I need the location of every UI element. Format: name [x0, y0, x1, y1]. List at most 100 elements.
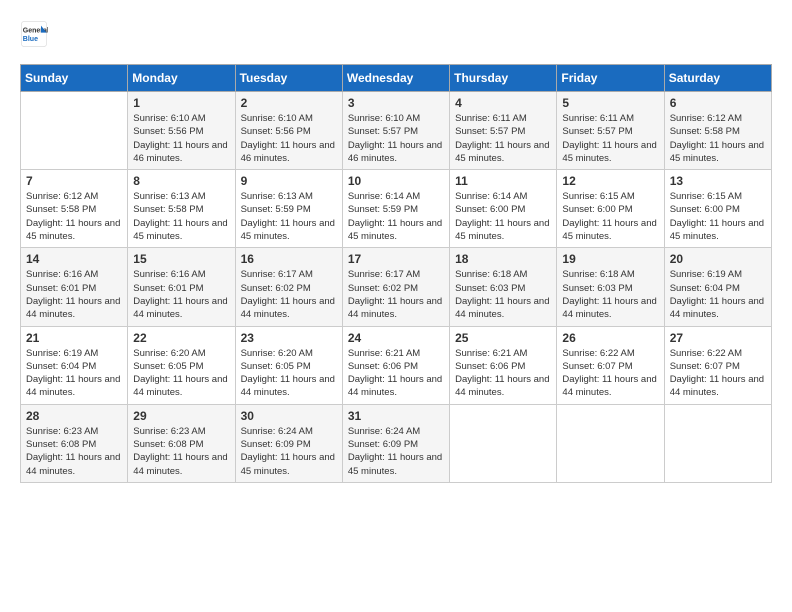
calendar-cell: 23 Sunrise: 6:20 AM Sunset: 6:05 PM Dayli… — [235, 326, 342, 404]
day-number: 13 — [670, 174, 766, 188]
calendar-cell: 8 Sunrise: 6:13 AM Sunset: 5:58 PM Daylig… — [128, 170, 235, 248]
day-header-thursday: Thursday — [450, 65, 557, 92]
day-number: 20 — [670, 252, 766, 266]
week-row-1: 1 Sunrise: 6:10 AM Sunset: 5:56 PM Daylig… — [21, 92, 772, 170]
calendar-cell: 27 Sunrise: 6:22 AM Sunset: 6:07 PM Dayli… — [664, 326, 771, 404]
logo-icon: General Blue — [20, 20, 48, 48]
day-header-saturday: Saturday — [664, 65, 771, 92]
calendar-cell: 17 Sunrise: 6:17 AM Sunset: 6:02 PM Dayli… — [342, 248, 449, 326]
day-number: 16 — [241, 252, 337, 266]
day-info: Sunrise: 6:20 AM Sunset: 6:05 PM Dayligh… — [133, 347, 229, 400]
calendar-cell — [450, 404, 557, 482]
calendar-cell: 14 Sunrise: 6:16 AM Sunset: 6:01 PM Dayli… — [21, 248, 128, 326]
day-info: Sunrise: 6:19 AM Sunset: 6:04 PM Dayligh… — [26, 347, 122, 400]
calendar-cell: 21 Sunrise: 6:19 AM Sunset: 6:04 PM Dayli… — [21, 326, 128, 404]
day-number: 10 — [348, 174, 444, 188]
day-number: 23 — [241, 331, 337, 345]
day-number: 31 — [348, 409, 444, 423]
day-info: Sunrise: 6:10 AM Sunset: 5:56 PM Dayligh… — [133, 112, 229, 165]
calendar-cell: 12 Sunrise: 6:15 AM Sunset: 6:00 PM Dayli… — [557, 170, 664, 248]
day-info: Sunrise: 6:18 AM Sunset: 6:03 PM Dayligh… — [562, 268, 658, 321]
calendar-cell: 16 Sunrise: 6:17 AM Sunset: 6:02 PM Dayli… — [235, 248, 342, 326]
day-number: 22 — [133, 331, 229, 345]
calendar-cell — [557, 404, 664, 482]
calendar-cell: 2Sunrise: 6:10 AM Sunset: 5:56 PM Daylig… — [235, 92, 342, 170]
calendar-cell — [664, 404, 771, 482]
calendar-cell: 29 Sunrise: 6:23 AM Sunset: 6:08 PM Dayli… — [128, 404, 235, 482]
week-row-4: 21 Sunrise: 6:19 AM Sunset: 6:04 PM Dayli… — [21, 326, 772, 404]
day-info: Sunrise: 6:19 AM Sunset: 6:04 PM Dayligh… — [670, 268, 766, 321]
day-number: 8 — [133, 174, 229, 188]
calendar-cell: 5Sunrise: 6:11 AM Sunset: 5:57 PM Daylig… — [557, 92, 664, 170]
svg-text:Blue: Blue — [23, 36, 38, 43]
day-number: 3 — [348, 96, 444, 110]
day-number: 1 — [133, 96, 229, 110]
day-number: 6 — [670, 96, 766, 110]
day-number: 9 — [241, 174, 337, 188]
logo: General Blue — [20, 20, 52, 48]
day-info: Sunrise: 6:21 AM Sunset: 6:06 PM Dayligh… — [348, 347, 444, 400]
day-info: Sunrise: 6:16 AM Sunset: 6:01 PM Dayligh… — [26, 268, 122, 321]
day-info: Sunrise: 6:15 AM Sunset: 6:00 PM Dayligh… — [562, 190, 658, 243]
day-info: Sunrise: 6:12 AM Sunset: 5:58 PM Dayligh… — [670, 112, 766, 165]
day-info: Sunrise: 6:11 AM Sunset: 5:57 PM Dayligh… — [562, 112, 658, 165]
day-number: 26 — [562, 331, 658, 345]
calendar-cell: 10 Sunrise: 6:14 AM Sunset: 5:59 PM Dayli… — [342, 170, 449, 248]
day-info: Sunrise: 6:11 AM Sunset: 5:57 PM Dayligh… — [455, 112, 551, 165]
calendar-cell: 22 Sunrise: 6:20 AM Sunset: 6:05 PM Dayli… — [128, 326, 235, 404]
day-number: 12 — [562, 174, 658, 188]
day-info: Sunrise: 6:21 AM Sunset: 6:06 PM Dayligh… — [455, 347, 551, 400]
day-number: 29 — [133, 409, 229, 423]
day-header-tuesday: Tuesday — [235, 65, 342, 92]
day-info: Sunrise: 6:23 AM Sunset: 6:08 PM Dayligh… — [26, 425, 122, 478]
calendar-cell: 25 Sunrise: 6:21 AM Sunset: 6:06 PM Dayli… — [450, 326, 557, 404]
day-info: Sunrise: 6:14 AM Sunset: 6:00 PM Dayligh… — [455, 190, 551, 243]
day-number: 17 — [348, 252, 444, 266]
day-number: 25 — [455, 331, 551, 345]
calendar-cell: 6 Sunrise: 6:12 AM Sunset: 5:58 PM Daylig… — [664, 92, 771, 170]
day-info: Sunrise: 6:12 AM Sunset: 5:58 PM Dayligh… — [26, 190, 122, 243]
calendar-cell: 20 Sunrise: 6:19 AM Sunset: 6:04 PM Dayli… — [664, 248, 771, 326]
calendar-cell: 28 Sunrise: 6:23 AM Sunset: 6:08 PM Dayli… — [21, 404, 128, 482]
header-row: SundayMondayTuesdayWednesdayThursdayFrid… — [21, 65, 772, 92]
calendar-cell: 26 Sunrise: 6:22 AM Sunset: 6:07 PM Dayli… — [557, 326, 664, 404]
day-number: 11 — [455, 174, 551, 188]
week-row-3: 14 Sunrise: 6:16 AM Sunset: 6:01 PM Dayli… — [21, 248, 772, 326]
day-info: Sunrise: 6:24 AM Sunset: 6:09 PM Dayligh… — [241, 425, 337, 478]
calendar-cell: 18Sunrise: 6:18 AM Sunset: 6:03 PM Dayli… — [450, 248, 557, 326]
day-number: 15 — [133, 252, 229, 266]
day-header-friday: Friday — [557, 65, 664, 92]
calendar-table: SundayMondayTuesdayWednesdayThursdayFrid… — [20, 64, 772, 483]
calendar-cell: 3 Sunrise: 6:10 AM Sunset: 5:57 PM Daylig… — [342, 92, 449, 170]
day-info: Sunrise: 6:10 AM Sunset: 5:57 PM Dayligh… — [348, 112, 444, 165]
day-info: Sunrise: 6:14 AM Sunset: 5:59 PM Dayligh… — [348, 190, 444, 243]
calendar-cell: 31Sunrise: 6:24 AM Sunset: 6:09 PM Dayli… — [342, 404, 449, 482]
calendar-cell: 24 Sunrise: 6:21 AM Sunset: 6:06 PM Dayli… — [342, 326, 449, 404]
day-info: Sunrise: 6:20 AM Sunset: 6:05 PM Dayligh… — [241, 347, 337, 400]
day-number: 30 — [241, 409, 337, 423]
day-info: Sunrise: 6:23 AM Sunset: 6:08 PM Dayligh… — [133, 425, 229, 478]
day-info: Sunrise: 6:17 AM Sunset: 6:02 PM Dayligh… — [348, 268, 444, 321]
day-info: Sunrise: 6:17 AM Sunset: 6:02 PM Dayligh… — [241, 268, 337, 321]
day-info: Sunrise: 6:13 AM Sunset: 5:58 PM Dayligh… — [133, 190, 229, 243]
calendar-cell: 11 Sunrise: 6:14 AM Sunset: 6:00 PM Dayli… — [450, 170, 557, 248]
day-info: Sunrise: 6:15 AM Sunset: 6:00 PM Dayligh… — [670, 190, 766, 243]
day-number: 19 — [562, 252, 658, 266]
page-header: General Blue — [20, 20, 772, 48]
calendar-cell: 19 Sunrise: 6:18 AM Sunset: 6:03 PM Dayli… — [557, 248, 664, 326]
week-row-5: 28 Sunrise: 6:23 AM Sunset: 6:08 PM Dayli… — [21, 404, 772, 482]
day-number: 24 — [348, 331, 444, 345]
calendar-cell: 15Sunrise: 6:16 AM Sunset: 6:01 PM Dayli… — [128, 248, 235, 326]
day-header-sunday: Sunday — [21, 65, 128, 92]
calendar-cell: 7 Sunrise: 6:12 AM Sunset: 5:58 PM Daylig… — [21, 170, 128, 248]
day-info: Sunrise: 6:22 AM Sunset: 6:07 PM Dayligh… — [562, 347, 658, 400]
day-info: Sunrise: 6:22 AM Sunset: 6:07 PM Dayligh… — [670, 347, 766, 400]
day-number: 27 — [670, 331, 766, 345]
day-number: 18 — [455, 252, 551, 266]
day-number: 28 — [26, 409, 122, 423]
day-info: Sunrise: 6:13 AM Sunset: 5:59 PM Dayligh… — [241, 190, 337, 243]
calendar-cell: 30 Sunrise: 6:24 AM Sunset: 6:09 PM Dayli… — [235, 404, 342, 482]
day-number: 14 — [26, 252, 122, 266]
day-number: 7 — [26, 174, 122, 188]
day-number: 21 — [26, 331, 122, 345]
